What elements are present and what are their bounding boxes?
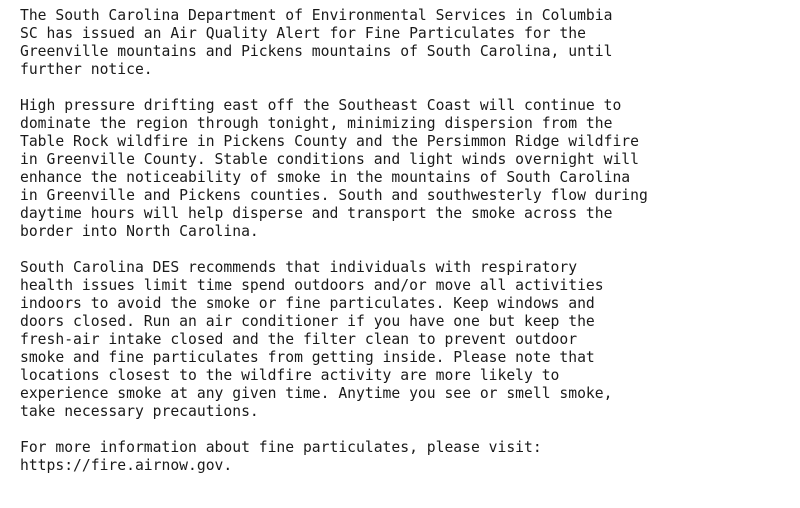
health-recommendations-paragraph: South Carolina DES recommends that indiv…: [20, 259, 613, 420]
alert-issuance-paragraph: The South Carolina Department of Environ…: [20, 7, 613, 78]
more-information-paragraph: For more information about fine particul…: [20, 439, 542, 474]
weather-conditions-paragraph: High pressure drifting east off the Sout…: [20, 97, 648, 240]
air-quality-alert-document: The South Carolina Department of Environ…: [0, 0, 800, 508]
